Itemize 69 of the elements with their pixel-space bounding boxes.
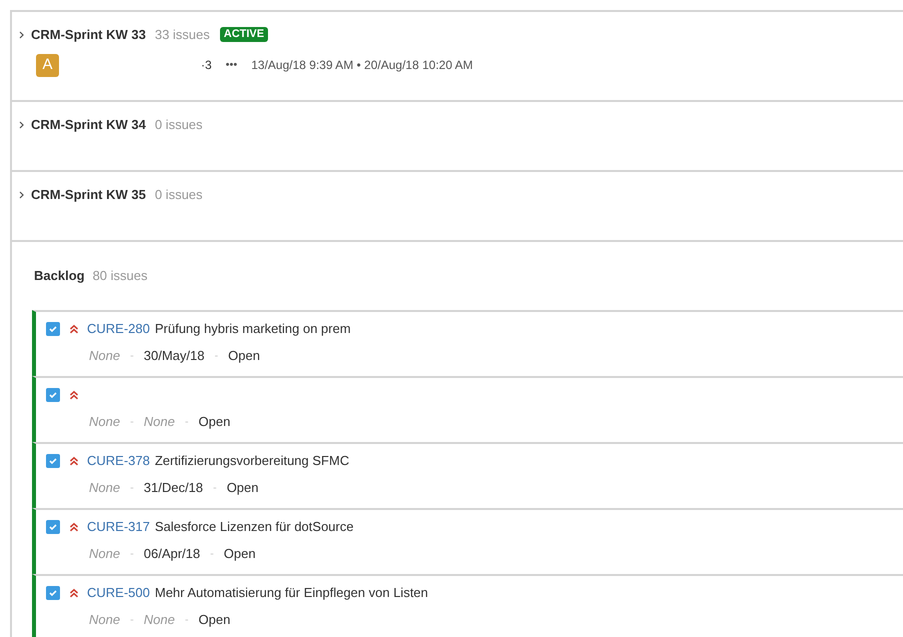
issue-summary: Mehr Automatisierung für Einpflegen von Listen xyxy=(154,584,428,602)
checkmark-icon xyxy=(48,522,58,532)
issue-summary: Prüfung hybris marketing on prem xyxy=(154,320,351,338)
checkbox[interactable] xyxy=(46,520,60,534)
separator-dash: - xyxy=(130,414,134,430)
issue-count: 33 issues xyxy=(154,26,210,44)
field-value: 31/Dec/18 xyxy=(144,479,204,497)
issue-count: 0 issues xyxy=(154,116,203,134)
separator-dash: - xyxy=(184,414,188,430)
sprint-name: CRM-Sprint KW 34 xyxy=(31,116,146,134)
separator-dash: - xyxy=(130,480,134,496)
priority-double-chevron-icon xyxy=(69,390,79,400)
empty-field: None xyxy=(89,544,120,564)
expand-chevron-icon[interactable] xyxy=(19,120,25,129)
priority-double-chevron-icon xyxy=(69,522,79,532)
field-value: Open xyxy=(228,347,260,365)
issue-summary: Salesforce Lizenzen für dotSource xyxy=(154,518,354,536)
separator-dash: - xyxy=(214,348,218,364)
issue-number: ·3 xyxy=(201,57,212,74)
checkbox[interactable] xyxy=(46,322,60,336)
sprint-dates: 13/Aug/18 9:39 AM • 20/Aug/18 10:20 AM xyxy=(251,57,473,74)
checkmark-icon xyxy=(48,588,58,598)
separator-dash: - xyxy=(213,480,217,496)
sprint-name: CRM-Sprint KW 35 xyxy=(31,186,146,204)
field-value: Open xyxy=(198,611,230,629)
issue-summary: Zertifizierungsvorbereitung SFMC xyxy=(154,452,350,470)
issue-key[interactable]: CURE-378 xyxy=(87,451,150,471)
sprint-name: CRM-Sprint KW 33 xyxy=(31,26,146,44)
separator-dash: - xyxy=(130,348,134,364)
field-value: Open xyxy=(224,545,256,563)
empty-field: None xyxy=(89,346,120,366)
issue-row[interactable]: None - None - Open xyxy=(32,376,903,442)
backlog-title: Backlog xyxy=(34,267,85,286)
empty-field: None xyxy=(144,412,175,432)
checkbox[interactable] xyxy=(46,454,60,468)
checkbox[interactable] xyxy=(46,388,60,402)
issue-key[interactable]: CURE-500 xyxy=(87,583,150,603)
status-badge: ACTIVE xyxy=(220,27,268,42)
issue-count: 80 issues xyxy=(92,267,148,286)
more-options[interactable]: ••• xyxy=(226,56,238,74)
issue-count: 0 issues xyxy=(154,186,203,204)
empty-field: None xyxy=(89,478,120,498)
checkmark-icon xyxy=(48,324,58,334)
priority-double-chevron-icon xyxy=(69,588,79,598)
avatar: A xyxy=(36,54,59,76)
issue-key[interactable]: CURE-280 xyxy=(87,319,150,339)
expand-chevron-icon[interactable] xyxy=(19,190,25,199)
issue-row[interactable]: CURE-317 Salesforce Lizenzen für dotSource None - 06/Apr/18 - Open xyxy=(32,508,903,574)
priority-double-chevron-icon xyxy=(69,456,79,466)
field-value: 30/May/18 xyxy=(144,347,204,365)
separator-dash: - xyxy=(130,546,134,562)
checkmark-icon xyxy=(48,390,58,400)
checkbox[interactable] xyxy=(46,586,60,600)
empty-field: None xyxy=(89,610,120,630)
field-value: Open xyxy=(198,413,230,431)
empty-field: None xyxy=(89,412,120,432)
checkmark-icon xyxy=(48,456,58,466)
issue-row[interactable]: CURE-500 Mehr Automatisierung für Einpflegen von Listen None - None - Open xyxy=(32,574,903,637)
separator-dash: - xyxy=(210,546,214,562)
empty-field: None xyxy=(144,610,175,630)
separator-dash: - xyxy=(130,612,134,628)
issue-row[interactable]: CURE-280 Prüfung hybris marketing on prem None - 30/May/18 - Open xyxy=(32,310,903,376)
field-value: Open xyxy=(226,479,258,497)
field-value: 06/Apr/18 xyxy=(144,545,200,563)
issue-key[interactable]: CURE-317 xyxy=(87,517,150,537)
priority-double-chevron-icon xyxy=(69,324,79,334)
issue-row[interactable]: CURE-378 Zertifizierungsvorbereitung SFMC None - 31/Dec/18 - Open xyxy=(32,442,903,508)
expand-chevron-icon[interactable] xyxy=(19,30,25,39)
separator-dash: - xyxy=(184,612,188,628)
